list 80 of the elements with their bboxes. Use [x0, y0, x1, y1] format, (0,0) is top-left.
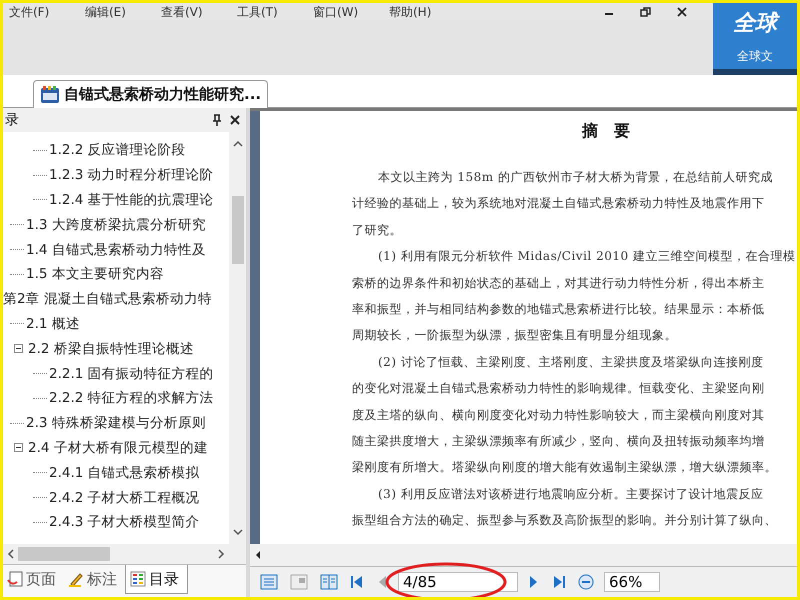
menu-item[interactable]: 编辑(E) [85, 4, 161, 20]
text-line: 随主梁拱度增大，主梁纵漂频率有所减少，竖向、横向及扭转振动频率均增 [352, 432, 766, 450]
text-line: (3) 利用反应谱法对该桥进行地震响应分析。主要探讨了设计地震反应 [377, 486, 764, 503]
panel-tab[interactable]: 标注 [64, 565, 125, 593]
text-line: (1) 利用有限元分析软件 Midas/Civil 2010 建立三维空间模型，在合理模 [377, 248, 796, 266]
text-line: (2) 讨论了恒载、主梁刚度、主塔刚度、主梁拱度及塔梁纵向连接刚度 [377, 354, 764, 371]
tree-line [33, 150, 47, 151]
tree-line [33, 398, 47, 399]
collapse-toggle[interactable] [14, 443, 25, 452]
outline-item[interactable]: 1.2.4 基于性能的抗震理论 [49, 190, 214, 209]
scroll-down-icon[interactable] [232, 528, 242, 536]
tree-line [33, 373, 47, 374]
panel-tab[interactable]: 页面 [3, 565, 64, 593]
document-tab[interactable]: 自锚式悬索桥动力性能研究... [33, 80, 268, 108]
outline-item[interactable]: 2.4.3 子材大桥模型简介 [49, 513, 200, 532]
tree-line [10, 274, 24, 275]
pin-icon[interactable] [212, 114, 222, 126]
close-icon[interactable] [677, 7, 687, 17]
menu-item[interactable]: 工具(T) [237, 4, 313, 20]
restore-icon[interactable] [640, 7, 651, 17]
scrollbar-thumb[interactable] [18, 547, 110, 561]
document-icon [40, 86, 60, 104]
tree-line [10, 323, 24, 324]
document-heading: 摘 要 [580, 121, 631, 142]
menu-item[interactable]: 文件(F) [9, 4, 85, 20]
menu-item[interactable]: 窗口(W) [313, 4, 389, 20]
outline-item[interactable]: 2.4.1 自锚式悬索桥模拟 [49, 464, 200, 482]
text-line: 梁刚度有所增大。塔梁纵向刚度的增大能有效遏制主梁纵漂，增大纵漂频率。 [352, 459, 778, 476]
text-line: 计经验的基础上，较为系统地对混凝土自锚式悬索桥动力特性及地震作用下 [352, 195, 766, 212]
text-line: 振型组合方法的确定、振型参与系数及高阶振型的影响。并分别计算了纵向、 [352, 512, 778, 530]
outline-item[interactable]: 2.2 桥梁自振特性理论概述 [28, 340, 194, 358]
text-line: 索桥的边界条件和初始状态的基础上，对其进行动力特性分析，得出本桥主 [352, 274, 766, 292]
single-page-button[interactable] [258, 572, 280, 592]
tree-line [33, 497, 47, 498]
scroll-left-icon[interactable] [7, 549, 15, 559]
pencil-icon [68, 571, 84, 587]
scroll-left-icon[interactable] [254, 550, 262, 560]
scroll-up-icon[interactable] [232, 140, 242, 148]
horizontal-scrollbar[interactable] [250, 544, 797, 567]
collapse-toggle[interactable] [14, 344, 25, 354]
page-number-field[interactable]: 4/85 [398, 572, 518, 592]
outline-item[interactable]: 第2章 混凝土自锚式悬索桥动力特 [3, 290, 212, 308]
text-line: 率和振型，并与相同结构参数的地锚式悬索桥进行比较。结果显示：本桥低 [352, 300, 766, 318]
text-line: 本文以主跨为 158m 的广西钦州市子材大桥为背景，在总结前人研究成 [377, 169, 774, 186]
panel-title: 录 [5, 111, 19, 129]
outline-icon [130, 571, 146, 587]
book-view-button[interactable] [318, 572, 340, 592]
page-icon [7, 571, 23, 587]
tree-line [10, 249, 24, 250]
tree-line [33, 199, 47, 200]
scroll-right-icon[interactable] [217, 549, 225, 559]
scrollbar-thumb[interactable] [232, 196, 244, 264]
outline-item[interactable]: 1.5 本文主要研究内容 [26, 265, 164, 284]
logo-banner[interactable]: 全球 全球文 [713, 3, 797, 75]
outline-item[interactable]: 2.4 子材大桥有限元模型的建 [28, 438, 208, 457]
outline-item[interactable]: 2.3 特殊桥梁建模与分析原则 [26, 414, 206, 432]
tree-line [10, 422, 24, 424]
outline-item[interactable]: 1.3 大跨度桥梁抗震分析研究 [26, 216, 206, 234]
tree-line [33, 472, 47, 474]
tree-line [33, 522, 47, 523]
menu-item[interactable]: 查看(V) [161, 4, 237, 20]
outline-item[interactable]: 2.4.2 子材大桥工程概况 [49, 488, 200, 507]
menu-item[interactable]: 帮助(H) [389, 4, 465, 20]
zoom-field[interactable]: 66% [604, 572, 660, 592]
panel-tab[interactable]: 目录 [125, 565, 188, 594]
text-line: 的变化对混凝土自锚式悬索桥动力特性的影响规律。恒载变化、主梁竖向刚 [352, 380, 766, 398]
outline-item[interactable]: 1.2.3 动力时程分析理论阶 [49, 166, 214, 184]
text-line: 度及主塔的纵向、横向刚度变化对动力特性影响较大，而主梁横向刚度对其 [352, 406, 766, 424]
logo-caption: 全球文 [737, 48, 773, 64]
outline-item[interactable]: 1.4 自锚式悬索桥动力特性及 [26, 240, 206, 259]
tree-line [10, 224, 24, 226]
text-line: 了研究。 [352, 222, 403, 239]
zoom-out-button[interactable] [576, 572, 596, 592]
close-icon[interactable] [230, 115, 240, 125]
outline-item[interactable]: 2.2.2 特征方程的求解方法 [49, 389, 214, 408]
text-line: 周期较长，一阶振型为纵漂，振型密集且有明显分组现象。 [352, 327, 678, 344]
tree-line [33, 174, 47, 176]
outline-item[interactable]: 2.1 概述 [26, 314, 80, 333]
outline-item[interactable]: 2.2.1 固有振动特征方程的 [49, 364, 214, 383]
outline-item[interactable]: 1.2.2 反应谱理论阶段 [49, 141, 186, 160]
